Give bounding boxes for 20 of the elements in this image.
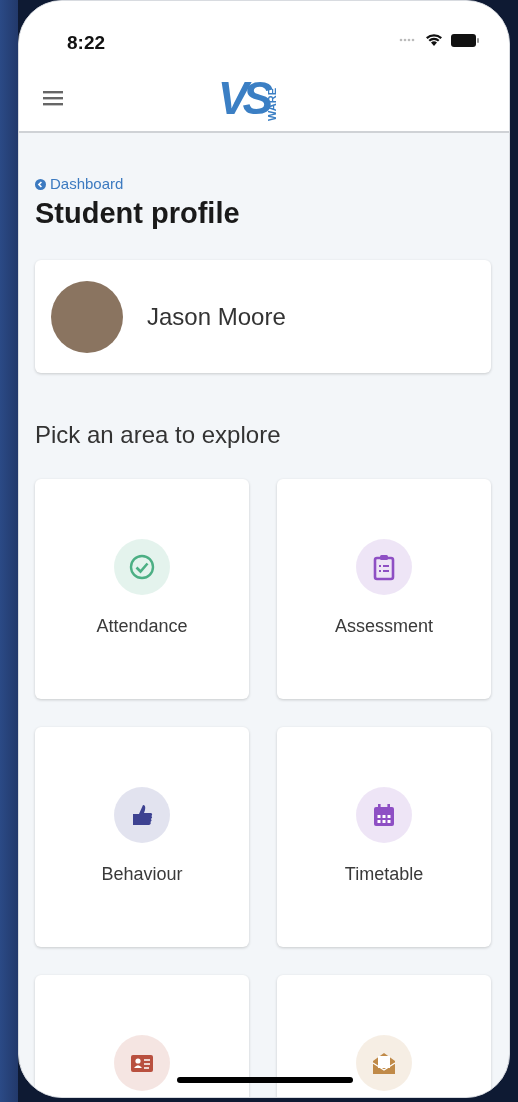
menu-icon[interactable] bbox=[43, 90, 63, 106]
area-tile[interactable]: Assessment bbox=[277, 479, 491, 700]
area-label: Timetable bbox=[344, 863, 424, 887]
student-name: Jason Moore bbox=[147, 301, 286, 332]
status-time: 8:22 bbox=[67, 31, 106, 55]
dashboard-link[interactable]: Dashboard bbox=[50, 173, 124, 196]
area-tile[interactable]: Behaviour bbox=[35, 727, 249, 948]
battery-icon bbox=[451, 33, 479, 47]
section-title: Pick an area to explore bbox=[35, 420, 282, 451]
area-tile[interactable]: Attendance bbox=[35, 479, 249, 700]
area-tile[interactable]: Timetable bbox=[277, 727, 491, 948]
area-label: Behaviour bbox=[101, 863, 183, 887]
wifi-icon bbox=[425, 33, 443, 47]
area-label: Attendance bbox=[96, 615, 188, 639]
page-title: Student profile bbox=[35, 195, 241, 231]
back-icon[interactable] bbox=[35, 178, 46, 190]
student-card[interactable]: Jason Moore bbox=[35, 260, 491, 374]
logo-mark: VS bbox=[217, 75, 268, 121]
area-label: Assessment bbox=[334, 615, 433, 639]
signal-icon bbox=[399, 38, 417, 42]
